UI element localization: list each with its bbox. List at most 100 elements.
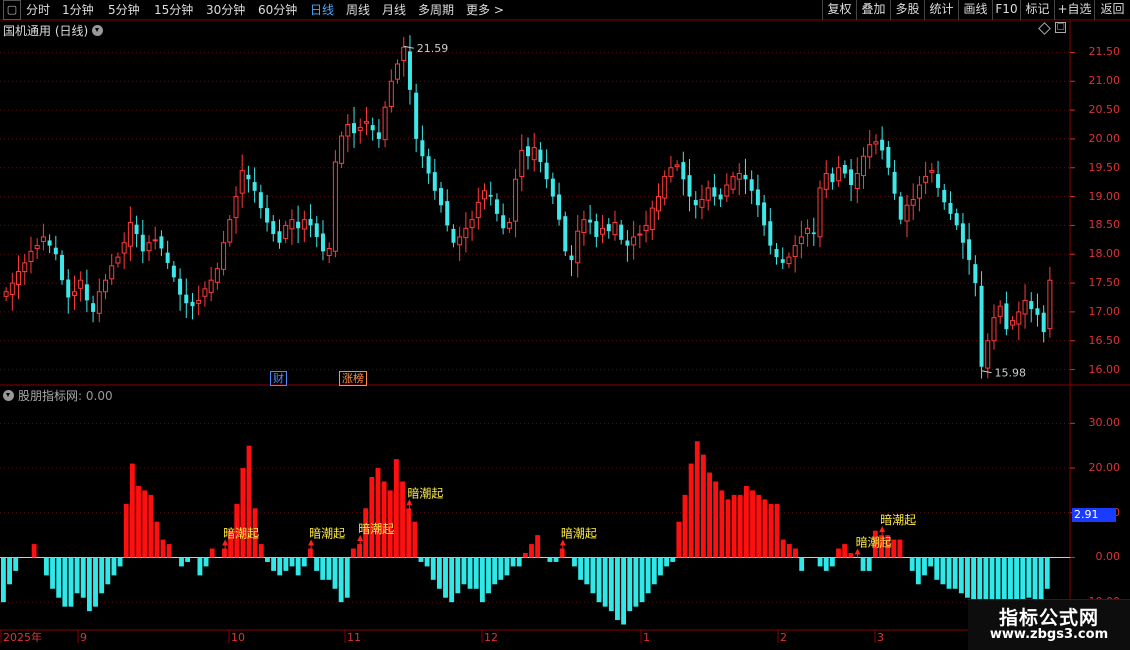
candle-body — [115, 256, 121, 264]
indicator-bar — [596, 557, 602, 603]
indicator-bar — [633, 557, 639, 607]
candle-body — [699, 198, 705, 208]
candle-body — [643, 224, 649, 232]
candle-body — [227, 219, 233, 243]
date-axis-label: 1 — [643, 631, 650, 644]
candle-body — [96, 291, 102, 314]
indicator-bar — [940, 557, 946, 585]
indicator-bar — [117, 557, 123, 567]
candle-body — [581, 219, 587, 234]
indicator-bar — [1020, 557, 1026, 603]
indicator-bar — [590, 557, 596, 594]
candle-body — [339, 135, 345, 164]
indicator-bar — [455, 557, 461, 594]
indicator-bar — [774, 503, 780, 558]
indicator-bar — [31, 544, 37, 558]
indicator-bar — [584, 557, 590, 585]
candle-body — [712, 187, 717, 197]
indicator-bar — [7, 557, 12, 585]
indicator-bar — [443, 557, 448, 598]
price-axis-label: 16.50 — [1088, 333, 1121, 347]
candle-body — [246, 174, 251, 180]
chevron-down-icon[interactable] — [92, 25, 104, 36]
candle-body — [1047, 279, 1053, 330]
candle-body — [159, 236, 164, 249]
indicator-bar — [688, 463, 694, 558]
indicator-bar — [737, 494, 743, 558]
indicator-bar — [922, 557, 927, 576]
candle-body — [743, 174, 748, 180]
candle-body — [277, 231, 282, 243]
candle-body — [16, 271, 22, 285]
candle-body — [214, 268, 220, 283]
indicator-bar — [492, 557, 498, 585]
site-watermark: 指标公式网 www.zbgs3.com — [968, 599, 1130, 650]
candle-body — [967, 239, 972, 261]
indicator-bar — [829, 557, 835, 567]
candle-body — [836, 167, 842, 182]
indicator-bar — [80, 557, 86, 598]
indicator-bar — [295, 557, 301, 576]
candle-body — [588, 219, 593, 223]
indicator-bar — [344, 557, 350, 598]
price-axis-label: 20.50 — [1088, 103, 1121, 117]
indicator-bar — [129, 463, 135, 558]
candle-body — [538, 149, 543, 162]
candle-body — [687, 175, 692, 197]
candle-body — [736, 173, 742, 180]
indicator-bar — [418, 557, 424, 562]
indicator-bar — [105, 557, 111, 585]
candle-body — [693, 200, 698, 206]
indicator-bar — [535, 535, 541, 558]
indicator-bar — [553, 557, 559, 562]
indicator-bar — [897, 539, 903, 558]
indicator-bar — [222, 548, 227, 558]
candle-body — [165, 252, 170, 263]
candle-body — [960, 223, 965, 243]
candle-body — [830, 173, 835, 183]
indicator-bar — [179, 557, 184, 567]
indicator-bar — [793, 548, 798, 558]
indicator-bar — [725, 499, 731, 558]
date-axis-label: 2 — [780, 631, 787, 644]
indicator-bar — [381, 481, 387, 558]
candle-body — [414, 92, 419, 139]
candle-body — [501, 215, 506, 229]
indicator-panel-title[interactable]: 股朋指标网: 0.00 — [3, 387, 113, 404]
candle-body — [91, 303, 96, 312]
indicator-bar — [400, 481, 405, 558]
low-price-label: 15.98 — [995, 367, 1027, 380]
indicator-value: : 0.00 — [78, 389, 113, 403]
candle-body — [252, 182, 257, 191]
indicator-bar — [486, 557, 491, 594]
indicator-bar — [578, 557, 584, 580]
candle-body — [849, 169, 854, 186]
candle-body — [910, 198, 916, 206]
indicator-bar — [136, 485, 141, 558]
indicator-bar — [891, 539, 897, 558]
indicator-bar — [915, 557, 921, 585]
stock-name: 国机通用 (日线) — [3, 24, 89, 38]
indicator-bar — [43, 557, 49, 576]
candle-body — [563, 216, 568, 252]
gainers-tag[interactable]: 涨榜 — [339, 371, 367, 386]
candle-body — [494, 199, 499, 214]
main-panel-title[interactable]: 国机通用 (日线) — [3, 22, 104, 39]
candle-body — [916, 184, 922, 199]
finance-tag[interactable]: 财 — [270, 371, 287, 386]
indicator-bar — [338, 557, 344, 603]
chevron-down-icon[interactable] — [3, 390, 14, 401]
candle-body — [84, 284, 89, 301]
candle-body — [655, 196, 661, 212]
signal-markers: 暗潮起 暗潮起 暗潮起暗潮起暗潮起暗潮起暗潮起 — [222, 485, 916, 558]
indicator-bar — [393, 459, 399, 558]
candle-body — [780, 259, 785, 263]
candle-body — [762, 202, 767, 226]
indicator-bar — [934, 557, 940, 580]
indicator-bar — [676, 521, 682, 558]
candle-body — [469, 219, 475, 229]
price-axis-label: 21.00 — [1088, 74, 1121, 88]
candle-body — [22, 262, 28, 273]
candle-body — [724, 184, 730, 197]
close-panel-icon[interactable]: ▢ — [1055, 22, 1066, 33]
